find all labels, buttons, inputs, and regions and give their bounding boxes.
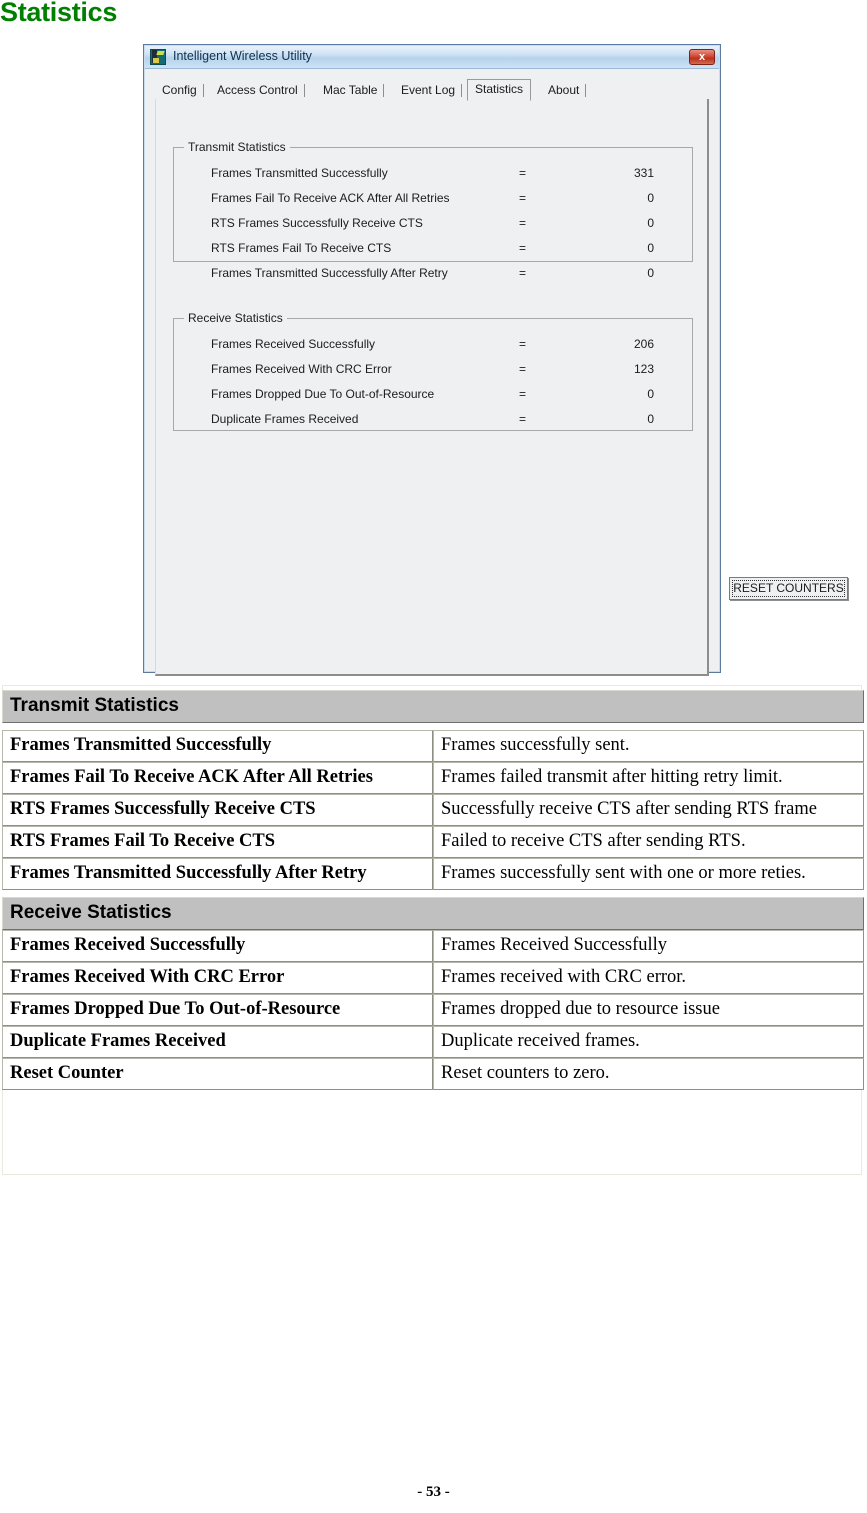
table-row: Duplicate Frames Received Duplicate rece… [2, 1026, 864, 1058]
table-row: Reset Counter Reset counters to zero. [2, 1058, 864, 1090]
table-row: RTS Frames Fail To Receive CTS Failed to… [2, 826, 864, 858]
table-cell-description: Frames dropped due to resource issue [433, 994, 864, 1026]
stat-equals: = [519, 241, 527, 255]
window-titlebar: Intelligent Wireless Utility x [145, 46, 719, 69]
stat-label: Frames Transmitted Successfully [211, 166, 388, 180]
stat-row: Duplicate Frames Received = 0 [174, 412, 692, 428]
table-row: Frames Transmitted Successfully After Re… [2, 858, 864, 890]
stat-value: 206 [633, 337, 654, 351]
table-cell-term: RTS Frames Successfully Receive CTS [2, 794, 433, 826]
tab-access-control[interactable]: Access Control [210, 81, 305, 100]
stat-equals: = [519, 191, 527, 205]
stat-row: Frames Transmitted Successfully After Re… [174, 266, 692, 282]
table-cell-description: Frames Received Successfully [433, 930, 864, 962]
stat-equals: = [519, 387, 527, 401]
table-cell-term: Duplicate Frames Received [2, 1026, 433, 1058]
stat-value: 0 [647, 216, 654, 230]
stat-label: Frames Received With CRC Error [211, 362, 392, 376]
table-cell-description: Frames failed transmit after hitting ret… [433, 762, 864, 794]
table-spacer-row [2, 723, 864, 730]
table-spacer-row [2, 890, 864, 897]
table-cell-description: Failed to receive CTS after sending RTS. [433, 826, 864, 858]
table-cell-description: Frames successfully sent. [433, 730, 864, 762]
stat-row: RTS Frames Successfully Receive CTS = 0 [174, 216, 692, 232]
tab-event-log[interactable]: Event Log [394, 81, 463, 100]
tab-strip: Config Access Control Mac Table Event Lo… [155, 78, 709, 101]
description-table: Transmit Statistics Frames Transmitted S… [2, 690, 864, 1090]
table-cell-term: Frames Transmitted Successfully After Re… [2, 858, 433, 890]
receive-statistics-group: Receive Statistics Frames Received Succe… [173, 311, 693, 431]
stat-row: Frames Received Successfully = 206 [174, 337, 692, 353]
table-cell-description: Frames successfully sent with one or mor… [433, 858, 864, 890]
table-cell-term: Frames Received With CRC Error [2, 962, 433, 994]
tab-mac-table[interactable]: Mac Table [316, 81, 385, 100]
table-row: Frames Fail To Receive ACK After All Ret… [2, 762, 864, 794]
wireless-utility-icon [150, 49, 166, 65]
table-cell-term: Frames Transmitted Successfully [2, 730, 433, 762]
table-section-header-row: Transmit Statistics [2, 690, 864, 723]
stat-label: Frames Received Successfully [211, 337, 376, 351]
transmit-statistics-legend: Transmit Statistics [184, 140, 290, 154]
stat-value: 331 [633, 166, 654, 180]
focus-rectangle [732, 580, 845, 597]
stat-equals: = [519, 362, 527, 376]
stat-value: 0 [647, 191, 654, 205]
application-window: Intelligent Wireless Utility x Config Ac… [143, 44, 848, 676]
table-cell-term: Frames Fail To Receive ACK After All Ret… [2, 762, 433, 794]
tab-statistics[interactable]: Statistics [467, 79, 532, 101]
tab-config[interactable]: Config [155, 81, 204, 100]
statistics-tab-panel: Transmit Statistics Frames Transmitted S… [155, 99, 848, 676]
stat-row: Frames Received With CRC Error = 123 [174, 362, 692, 378]
stat-label: RTS Frames Successfully Receive CTS [211, 216, 423, 230]
stat-row: Frames Dropped Due To Out-of-Resource = … [174, 387, 692, 403]
table-row: Frames Dropped Due To Out-of-Resource Fr… [2, 994, 864, 1026]
stat-row: Frames Transmitted Successfully = 331 [174, 166, 692, 182]
table-cell-description: Frames received with CRC error. [433, 962, 864, 994]
section-header-transmit: Transmit Statistics [2, 690, 864, 723]
table-cell-term: Frames Dropped Due To Out-of-Resource [2, 994, 433, 1026]
stat-row: RTS Frames Fail To Receive CTS = 0 [174, 241, 692, 257]
table-section-header-row: Receive Statistics [2, 897, 864, 930]
stat-value: 0 [647, 412, 654, 426]
receive-statistics-legend: Receive Statistics [184, 311, 287, 325]
stat-equals: = [519, 166, 527, 180]
table-cell-description: Duplicate received frames. [433, 1026, 864, 1058]
stat-row: Frames Fail To Receive ACK After All Ret… [174, 191, 692, 207]
table-row: Frames Transmitted Successfully Frames s… [2, 730, 864, 762]
table-cell-description: Reset counters to zero. [433, 1058, 864, 1090]
stat-label: Frames Dropped Due To Out-of-Resource [211, 387, 435, 401]
stat-equals: = [519, 266, 527, 280]
stat-equals: = [519, 412, 527, 426]
stat-equals: = [519, 216, 527, 230]
tab-about[interactable]: About [541, 81, 587, 100]
stat-equals: = [519, 337, 527, 351]
stat-label: Frames Fail To Receive ACK After All Ret… [211, 191, 450, 205]
stat-value: 0 [647, 266, 654, 280]
table-cell-term: Frames Received Successfully [2, 930, 433, 962]
stat-value: 0 [647, 241, 654, 255]
window-title: Intelligent Wireless Utility [173, 49, 312, 63]
table-row: RTS Frames Successfully Receive CTS Succ… [2, 794, 864, 826]
table-row: Frames Received With CRC Error Frames re… [2, 962, 864, 994]
section-header-receive: Receive Statistics [2, 897, 864, 930]
table-cell-term: RTS Frames Fail To Receive CTS [2, 826, 433, 858]
page-title: Statistics [0, 0, 118, 27]
stat-label: Frames Transmitted Successfully After Re… [211, 266, 448, 280]
table-cell-description: Successfully receive CTS after sending R… [433, 794, 864, 826]
stat-value: 123 [633, 362, 654, 376]
close-icon[interactable]: x [689, 49, 715, 65]
stat-value: 0 [647, 387, 654, 401]
table-cell-term: Reset Counter [2, 1058, 433, 1090]
transmit-statistics-group: Transmit Statistics Frames Transmitted S… [173, 140, 693, 280]
stat-label: RTS Frames Fail To Receive CTS [211, 241, 392, 255]
table-row: Frames Received Successfully Frames Rece… [2, 930, 864, 962]
stat-label: Duplicate Frames Received [211, 412, 359, 426]
reset-counters-button[interactable]: RESET COUNTERS [729, 577, 848, 600]
page-number: - 53 - [417, 1484, 450, 1500]
